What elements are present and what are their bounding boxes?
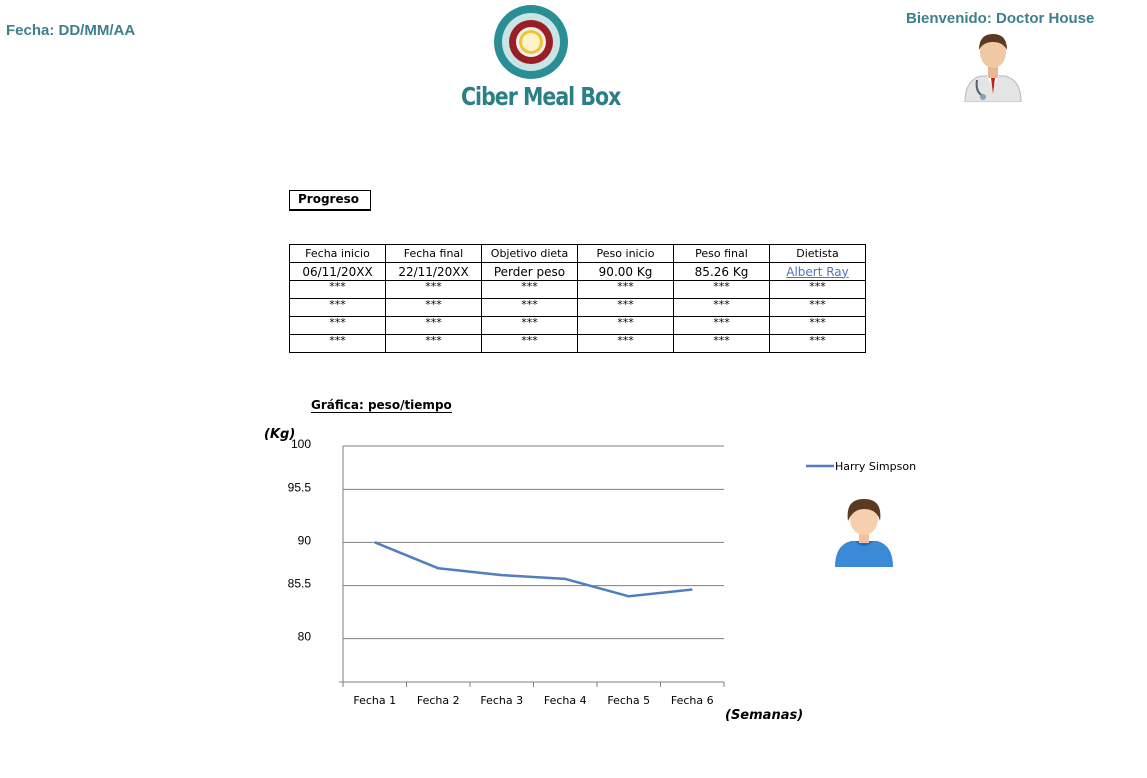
x-tick-label: Fecha 6 [671, 694, 714, 707]
series-line-harry-simpson [374, 541, 693, 598]
weight-chart: 10095.59085.580Fecha 1 Fecha 2 Fecha 3 Fech… [264, 427, 916, 723]
y-tick-label: 95.5 [288, 480, 312, 494]
x-tick-label: Fecha 2 [417, 694, 460, 707]
legend-label: Harry Simpson [835, 460, 916, 473]
x-tick-label: Fecha 4 [544, 694, 587, 707]
y-tick-label: 90 [298, 533, 312, 547]
y-axis-label: (Kg) [264, 427, 295, 442]
patient-avatar-icon [835, 499, 893, 567]
y-tick-label: 85.5 [288, 577, 312, 591]
x-axis-label: (Semanas) [725, 708, 803, 723]
x-tick-label: Fecha 1 [353, 694, 396, 707]
x-tick-label: Fecha 5 [607, 694, 650, 707]
x-tick-label: Fecha 3 [480, 694, 523, 707]
y-tick-label: 80 [298, 630, 312, 644]
